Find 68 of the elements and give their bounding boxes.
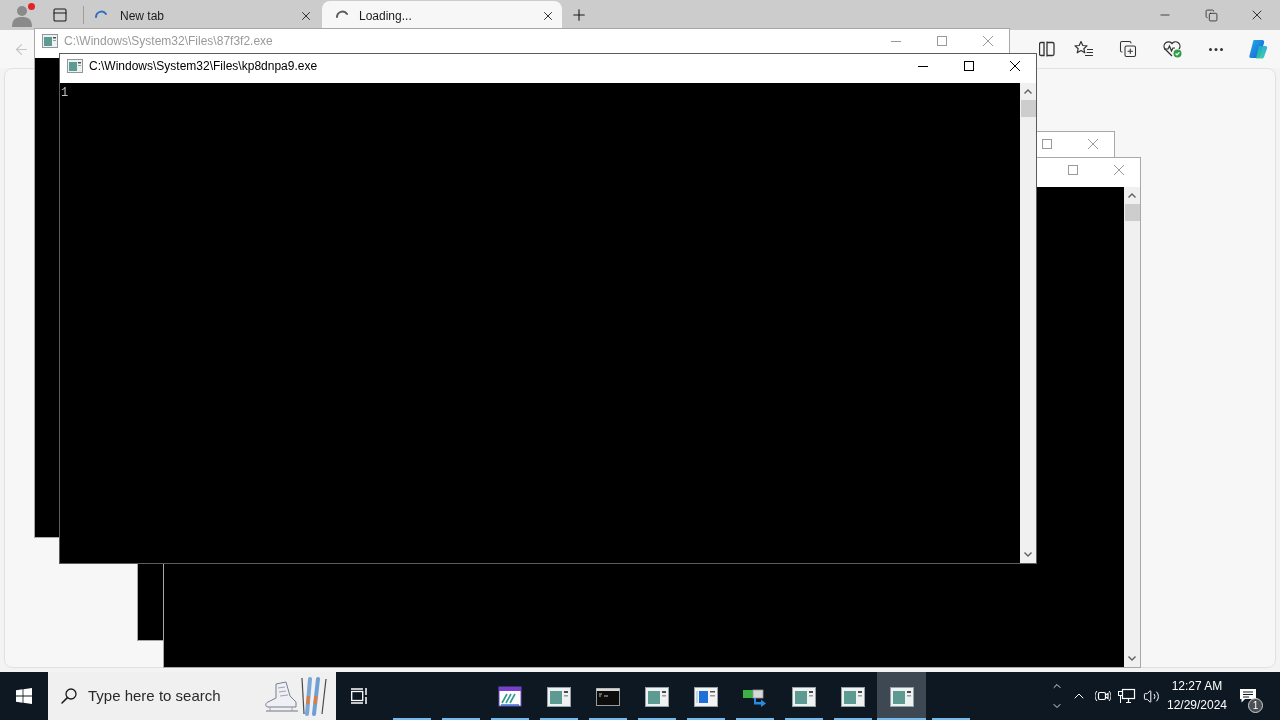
scroll-up-icon[interactable] — [1128, 193, 1136, 198]
search-input[interactable]: Type here to search — [88, 684, 248, 708]
maximize-icon — [1068, 165, 1078, 175]
running-indicator — [833, 718, 872, 720]
plus-icon — [570, 6, 588, 24]
running-indicator — [490, 718, 529, 720]
task-view-icon — [351, 688, 369, 704]
search-bar[interactable]: Type here to search — [48, 672, 336, 720]
console-app-icon — [791, 686, 816, 707]
taskbar-app-button[interactable] — [877, 672, 926, 720]
running-indicator — [392, 718, 431, 720]
window-title: C:\Windows\System32\Files\kp8dnpa9.exe — [89, 58, 318, 75]
tab-actions-icon — [52, 7, 68, 23]
battery-arrow-icon — [741, 686, 768, 707]
scrollbar-thumb[interactable] — [1124, 204, 1140, 221]
start-icon — [16, 688, 32, 704]
running-indicator — [784, 718, 823, 720]
running-indicator — [686, 718, 725, 720]
heart-pulse-icon — [1162, 40, 1182, 58]
console-app-icon — [67, 59, 83, 73]
console-app-icon — [840, 686, 865, 707]
search-icon — [61, 688, 77, 704]
tab-title: New tab — [120, 7, 166, 25]
running-indicator — [637, 718, 676, 720]
scroll-down-icon[interactable] — [1024, 552, 1032, 557]
app-logo-icon — [1247, 38, 1269, 60]
minimize-icon — [891, 40, 901, 42]
video-camera-icon — [1095, 688, 1111, 704]
running-indicator — [441, 718, 480, 720]
more-icon — [1209, 47, 1223, 51]
console-line: 1 — [61, 85, 69, 101]
scroll-down-icon[interactable] — [1128, 656, 1136, 661]
avatar-icon[interactable] — [10, 3, 34, 27]
notification-badge: 1 — [1248, 698, 1263, 713]
restore-icon — [1204, 8, 1218, 22]
terminal-icon — [595, 687, 620, 706]
running-indicator — [588, 718, 627, 720]
scrollbar-thumb[interactable] — [1020, 100, 1036, 117]
console-app-icon — [889, 686, 914, 707]
browser-tab[interactable]: Loading... — [322, 1, 562, 30]
scroll-up-icon[interactable] — [1024, 89, 1032, 94]
notifications-button[interactable]: 1 — [1231, 672, 1265, 720]
maximize-icon — [964, 61, 974, 71]
running-indicator — [931, 718, 970, 720]
console-app-icon — [644, 686, 669, 707]
window-title: C:\Windows\System32\Files\87f3f2.exe — [64, 33, 273, 50]
console-app-icon — [546, 686, 571, 707]
clock-button[interactable]: 12:27 AM 12/29/2024 — [1163, 672, 1231, 720]
close-icon — [1114, 165, 1124, 175]
close-icon — [1010, 61, 1020, 71]
console-app-icon — [42, 34, 58, 48]
running-indicator — [877, 718, 926, 720]
minimize-icon — [918, 65, 928, 67]
tab-title: Loading... — [359, 7, 413, 25]
running-indicator — [735, 718, 774, 720]
app-window-icon — [693, 686, 718, 707]
close-icon — [983, 36, 993, 46]
maximize-icon — [937, 36, 947, 46]
running-indicator — [539, 718, 578, 720]
striped-window-icon — [497, 685, 522, 708]
star-list-icon — [1074, 40, 1094, 58]
maximize-icon — [1042, 139, 1052, 149]
volume-icon — [1142, 687, 1160, 705]
close-icon — [1088, 139, 1098, 149]
collections-icon — [1119, 40, 1137, 58]
split-screen-icon — [1039, 41, 1055, 57]
network-icon — [1118, 688, 1136, 704]
browser-tab[interactable]: New tab — [86, 1, 320, 30]
